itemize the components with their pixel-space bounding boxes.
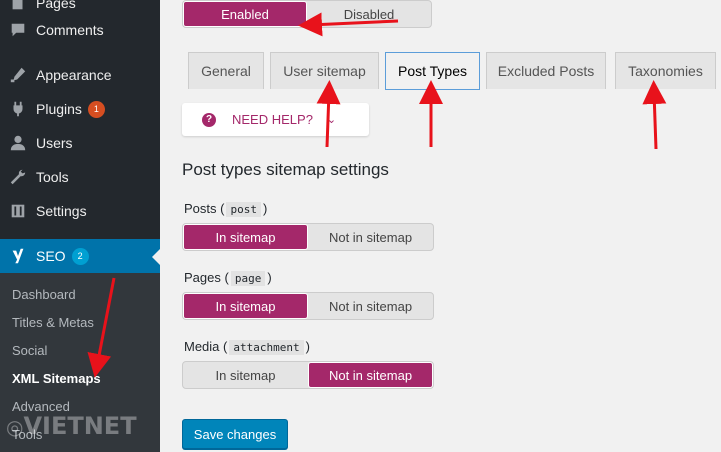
tools-icon [0, 168, 36, 186]
sidebar-item-label: Appearance [36, 67, 112, 83]
posts-field-label: Posts (post) [184, 201, 268, 217]
sidebar-item-label: Plugins [36, 101, 82, 117]
sidebar-item-appearance[interactable]: Appearance [0, 58, 160, 92]
appearance-icon [0, 66, 36, 84]
sidebar-item-label: Tools [36, 169, 69, 185]
posts-sitemap-toggle: In sitemap Not in sitemap [182, 223, 434, 251]
plugins-icon [0, 100, 36, 118]
sidebar-item-label: SEO [36, 248, 66, 264]
watermark-logo: ◎VIETNET [6, 412, 137, 440]
post-type-code: attachment [229, 340, 304, 355]
post-type-code: post [226, 202, 261, 217]
update-count-badge: 1 [87, 100, 105, 118]
users-icon [0, 134, 36, 152]
tab-user-sitemap[interactable]: User sitemap [270, 52, 379, 89]
media-not-in-sitemap-option[interactable]: Not in sitemap [308, 362, 433, 388]
yoast-icon [0, 247, 36, 265]
media-sitemap-toggle: In sitemap Not in sitemap [182, 361, 434, 389]
main-content: Enabled Disabled General User sitemap Po… [160, 0, 721, 452]
submenu-dashboard[interactable]: Dashboard [12, 287, 76, 302]
submenu-social[interactable]: Social [12, 343, 47, 358]
sidebar-item-label: Settings [36, 203, 87, 219]
submenu-xml-sitemaps[interactable]: XML Sitemaps [12, 371, 101, 386]
chevron-down-icon: ⌄ [326, 114, 337, 126]
tab-taxonomies[interactable]: Taxonomies [615, 52, 716, 89]
pages-sitemap-toggle: In sitemap Not in sitemap [182, 292, 434, 320]
watermark-text: VIETNET [23, 412, 137, 440]
sidebar-item-settings[interactable]: Settings [0, 194, 160, 228]
pages-not-in-sitemap-option[interactable]: Not in sitemap [308, 293, 433, 319]
question-icon: ? [202, 112, 216, 127]
pages-field-label: Pages (page) [184, 270, 272, 286]
sidebar-item-comments[interactable]: Comments [0, 13, 160, 47]
field-name: Posts [184, 201, 217, 216]
tab-excluded-posts[interactable]: Excluded Posts [486, 52, 606, 89]
media-field-label: Media (attachment) [184, 339, 310, 355]
settings-icon [0, 202, 36, 220]
sidebar-item-label: Comments [36, 22, 104, 38]
posts-in-sitemap-option[interactable]: In sitemap [183, 224, 308, 250]
pages-in-sitemap-option[interactable]: In sitemap [183, 293, 308, 319]
comments-icon [0, 21, 36, 39]
need-help-label: NEED HELP? [232, 112, 313, 127]
field-name: Media [184, 339, 220, 354]
posts-not-in-sitemap-option[interactable]: Not in sitemap [308, 224, 433, 250]
sidebar-item-seo[interactable]: SEO 2 [0, 239, 160, 273]
sidebar-item-tools[interactable]: Tools [0, 160, 160, 194]
need-help-button[interactable]: ? NEED HELP? ⌄ [182, 103, 369, 136]
disabled-option[interactable]: Disabled [307, 1, 431, 27]
pages-icon [0, 0, 36, 12]
media-in-sitemap-option[interactable]: In sitemap [183, 362, 308, 388]
sidebar-item-label: Pages [36, 0, 76, 11]
save-changes-button[interactable]: Save changes [182, 419, 288, 449]
post-type-code: page [230, 271, 266, 286]
sidebar-item-users[interactable]: Users [0, 126, 160, 160]
enabled-option[interactable]: Enabled [183, 1, 307, 27]
section-title: Post types sitemap settings [182, 160, 389, 179]
sidebar-item-label: Users [36, 135, 73, 151]
seo-notification-badge: 2 [71, 247, 89, 265]
tab-post-types[interactable]: Post Types [385, 52, 480, 90]
tab-general[interactable]: General [188, 52, 264, 89]
xml-sitemap-feature-toggle: Enabled Disabled [182, 0, 432, 28]
field-name: Pages [184, 270, 221, 285]
sidebar-item-plugins[interactable]: Plugins 1 [0, 92, 160, 126]
admin-sidebar: Pages Comments Appearance Plugins 1 User… [0, 0, 160, 452]
submenu-titles-metas[interactable]: Titles & Metas [12, 315, 94, 330]
